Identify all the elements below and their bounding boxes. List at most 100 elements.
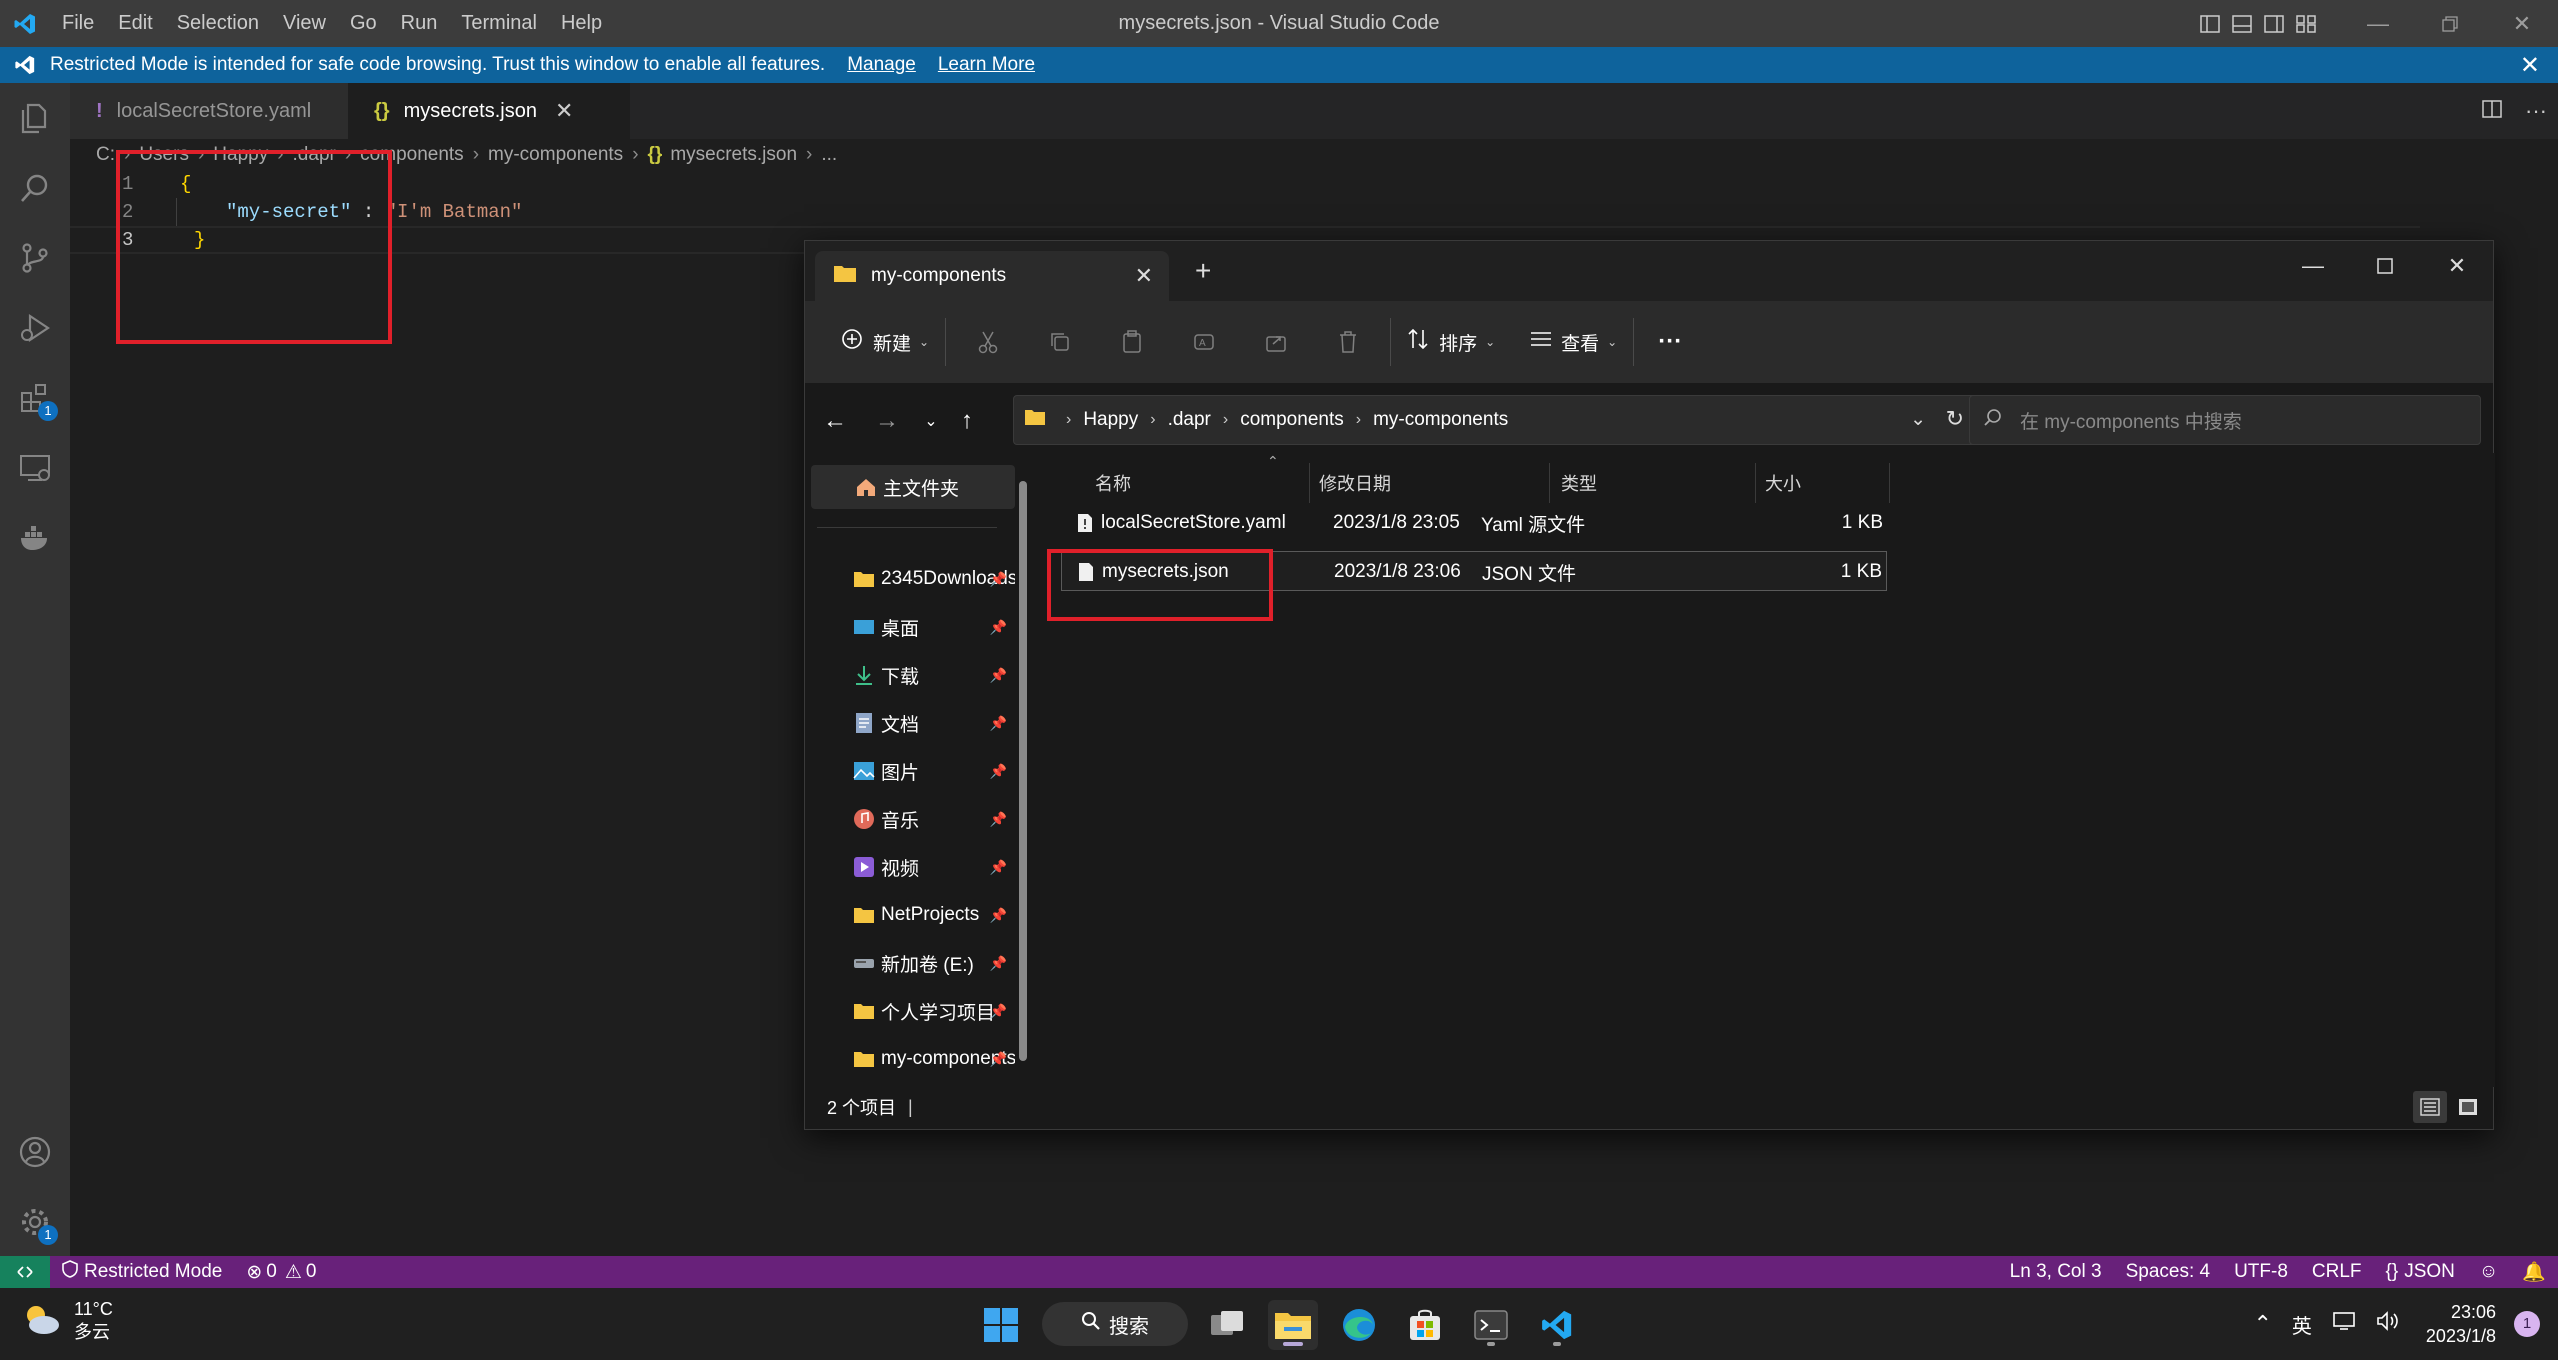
customize-layout-icon[interactable] bbox=[2290, 0, 2322, 47]
new-button[interactable]: 新建 ⌄ bbox=[831, 317, 939, 367]
cursor-position[interactable]: Ln 3, Col 3 bbox=[1998, 1256, 2114, 1288]
taskbar-search-button[interactable]: 搜索 bbox=[1042, 1302, 1188, 1346]
column-header-size[interactable]: 大小 bbox=[1765, 463, 1801, 503]
nav-item-netprojects[interactable]: NetProjects 📌 bbox=[805, 893, 1015, 937]
address-segment[interactable]: my-components bbox=[1373, 409, 1508, 431]
close-banner-icon[interactable]: ✕ bbox=[2520, 51, 2540, 80]
tab-mysecrets-json[interactable]: {} mysecrets.json ✕ bbox=[348, 83, 630, 139]
manage-link[interactable]: Manage bbox=[847, 54, 916, 76]
paste-icon[interactable] bbox=[1096, 317, 1168, 367]
column-header-modified[interactable]: 修改日期 bbox=[1319, 463, 1391, 503]
restore-icon[interactable] bbox=[2414, 0, 2486, 47]
start-windows-icon[interactable] bbox=[976, 1300, 1026, 1350]
menu-edit[interactable]: Edit bbox=[106, 0, 164, 47]
tab-localsecretstore-yaml[interactable]: ! localSecretStore.yaml bbox=[70, 83, 348, 139]
learn-more-link[interactable]: Learn More bbox=[938, 54, 1035, 76]
task-view-icon[interactable] bbox=[1202, 1300, 1252, 1350]
search-icon[interactable] bbox=[0, 153, 70, 223]
input-method-indicator[interactable]: 英 bbox=[2292, 1310, 2312, 1339]
nav-item-personal-projects[interactable]: 个人学习项目 📌 bbox=[805, 989, 1015, 1033]
explorer-icon[interactable] bbox=[0, 83, 70, 153]
recent-locations-chevron-icon[interactable]: ⌄ bbox=[911, 401, 951, 441]
breadcrumb-file[interactable]: mysecrets.json bbox=[670, 144, 797, 166]
share-icon[interactable] bbox=[1240, 317, 1312, 367]
refresh-icon[interactable]: ↻ bbox=[1946, 406, 1964, 432]
column-header-type[interactable]: 类型 bbox=[1561, 463, 1597, 503]
notifications-bell-icon[interactable]: 🔔 bbox=[2510, 1256, 2558, 1288]
terminal-icon[interactable] bbox=[1466, 1300, 1516, 1350]
up-arrow-icon[interactable]: ↑ bbox=[947, 401, 987, 441]
manage-gear-icon[interactable]: 1 bbox=[0, 1187, 70, 1257]
address-segment[interactable]: .dapr bbox=[1168, 409, 1211, 431]
column-header-name[interactable]: 名称 bbox=[1095, 463, 1131, 503]
encoding[interactable]: UTF-8 bbox=[2222, 1256, 2300, 1288]
more-actions-icon[interactable]: ··· bbox=[2514, 98, 2558, 124]
vscode-taskbar-icon[interactable] bbox=[1532, 1300, 1582, 1350]
explorer-tab[interactable]: my-components ✕ bbox=[815, 251, 1169, 301]
split-editor-icon[interactable] bbox=[2470, 98, 2514, 124]
remote-indicator-icon[interactable] bbox=[0, 1256, 50, 1288]
copy-icon[interactable] bbox=[1024, 317, 1096, 367]
menu-go[interactable]: Go bbox=[338, 0, 389, 47]
breadcrumb-item[interactable]: my-components bbox=[488, 144, 623, 166]
close-window-icon[interactable]: ✕ bbox=[2486, 0, 2558, 47]
forward-arrow-icon[interactable]: → bbox=[867, 401, 907, 441]
close-tab-icon[interactable]: ✕ bbox=[1135, 263, 1153, 289]
minimize-icon[interactable]: — bbox=[2277, 241, 2349, 291]
cut-icon[interactable] bbox=[952, 317, 1024, 367]
nav-scrollbar[interactable] bbox=[1019, 481, 1027, 1061]
show-hidden-icons-chevron-icon[interactable]: ⌃ bbox=[2253, 1311, 2271, 1337]
address-segment[interactable]: Happy bbox=[1083, 409, 1138, 431]
restricted-mode-status[interactable]: Restricted Mode bbox=[50, 1256, 234, 1288]
weather-widget[interactable]: 11°C 多云 bbox=[20, 1298, 113, 1344]
nav-item-music[interactable]: 音乐 📌 bbox=[805, 797, 1015, 841]
menu-view[interactable]: View bbox=[271, 0, 338, 47]
close-tab-icon[interactable]: ✕ bbox=[555, 98, 573, 124]
toggle-panel-icon[interactable] bbox=[2226, 0, 2258, 47]
view-button[interactable]: 查看 ⌄ bbox=[1519, 317, 1627, 367]
sort-button[interactable]: 排序 ⌄ bbox=[1397, 317, 1505, 367]
close-window-icon[interactable]: ✕ bbox=[2421, 241, 2493, 291]
menu-file[interactable]: File bbox=[50, 0, 106, 47]
search-field[interactable]: 在 my-components 中搜索 bbox=[1969, 395, 2481, 445]
nav-item-desktop[interactable]: 桌面 📌 bbox=[805, 605, 1015, 649]
network-icon[interactable] bbox=[2332, 1311, 2356, 1337]
microsoft-store-icon[interactable] bbox=[1400, 1300, 1450, 1350]
nav-item-documents[interactable]: 文档 📌 bbox=[805, 701, 1015, 745]
breadcrumb-item[interactable]: C: bbox=[96, 144, 115, 166]
extensions-icon[interactable]: 1 bbox=[0, 363, 70, 433]
address-segment[interactable]: components bbox=[1240, 409, 1344, 431]
end-of-line[interactable]: CRLF bbox=[2300, 1256, 2374, 1288]
docker-icon[interactable] bbox=[0, 503, 70, 573]
toggle-primary-sidebar-icon[interactable] bbox=[2194, 0, 2226, 47]
address-bar[interactable]: › Happy › .dapr › components › my-compon… bbox=[1013, 395, 1979, 445]
maximize-icon[interactable] bbox=[2349, 241, 2421, 291]
back-arrow-icon[interactable]: ← bbox=[815, 401, 855, 441]
nav-item-downloads[interactable]: 下载 📌 bbox=[805, 653, 1015, 697]
address-dropdown-icon[interactable]: ⌄ bbox=[1910, 408, 1926, 431]
menu-selection[interactable]: Selection bbox=[165, 0, 271, 47]
file-row[interactable]: localSecretStore.yaml 2023/1/8 23:05 Yam… bbox=[1061, 503, 1887, 543]
large-icons-view-icon[interactable] bbox=[2451, 1091, 2485, 1123]
delete-icon[interactable] bbox=[1312, 317, 1384, 367]
new-tab-icon[interactable]: + bbox=[1195, 255, 1211, 287]
nav-item-2345downloads[interactable]: 2345Downloads 📌 bbox=[805, 557, 1015, 601]
notification-badge[interactable]: 1 bbox=[2514, 1311, 2540, 1337]
language-mode[interactable]: {} JSON bbox=[2374, 1256, 2467, 1288]
remote-explorer-icon[interactable] bbox=[0, 433, 70, 503]
toggle-secondary-sidebar-icon[interactable] bbox=[2258, 0, 2290, 47]
nav-item-drive-e[interactable]: 新加卷 (E:) 📌 bbox=[805, 941, 1015, 985]
feedback-icon[interactable]: ☺ bbox=[2467, 1256, 2510, 1288]
minimize-icon[interactable]: — bbox=[2342, 0, 2414, 47]
breadcrumb-ellipsis[interactable]: ... bbox=[821, 144, 837, 166]
nav-item-pictures[interactable]: 图片 📌 bbox=[805, 749, 1015, 793]
menu-terminal[interactable]: Terminal bbox=[449, 0, 549, 47]
details-view-icon[interactable] bbox=[2413, 1091, 2447, 1123]
clock[interactable]: 23:06 2023/1/8 bbox=[2426, 1300, 2496, 1348]
file-explorer-taskbar-icon[interactable] bbox=[1268, 1300, 1318, 1350]
menu-help[interactable]: Help bbox=[549, 0, 614, 47]
menu-run[interactable]: Run bbox=[389, 0, 450, 47]
nav-item-videos[interactable]: 视频 📌 bbox=[805, 845, 1015, 889]
source-control-icon[interactable] bbox=[0, 223, 70, 293]
volume-icon[interactable] bbox=[2376, 1311, 2400, 1337]
